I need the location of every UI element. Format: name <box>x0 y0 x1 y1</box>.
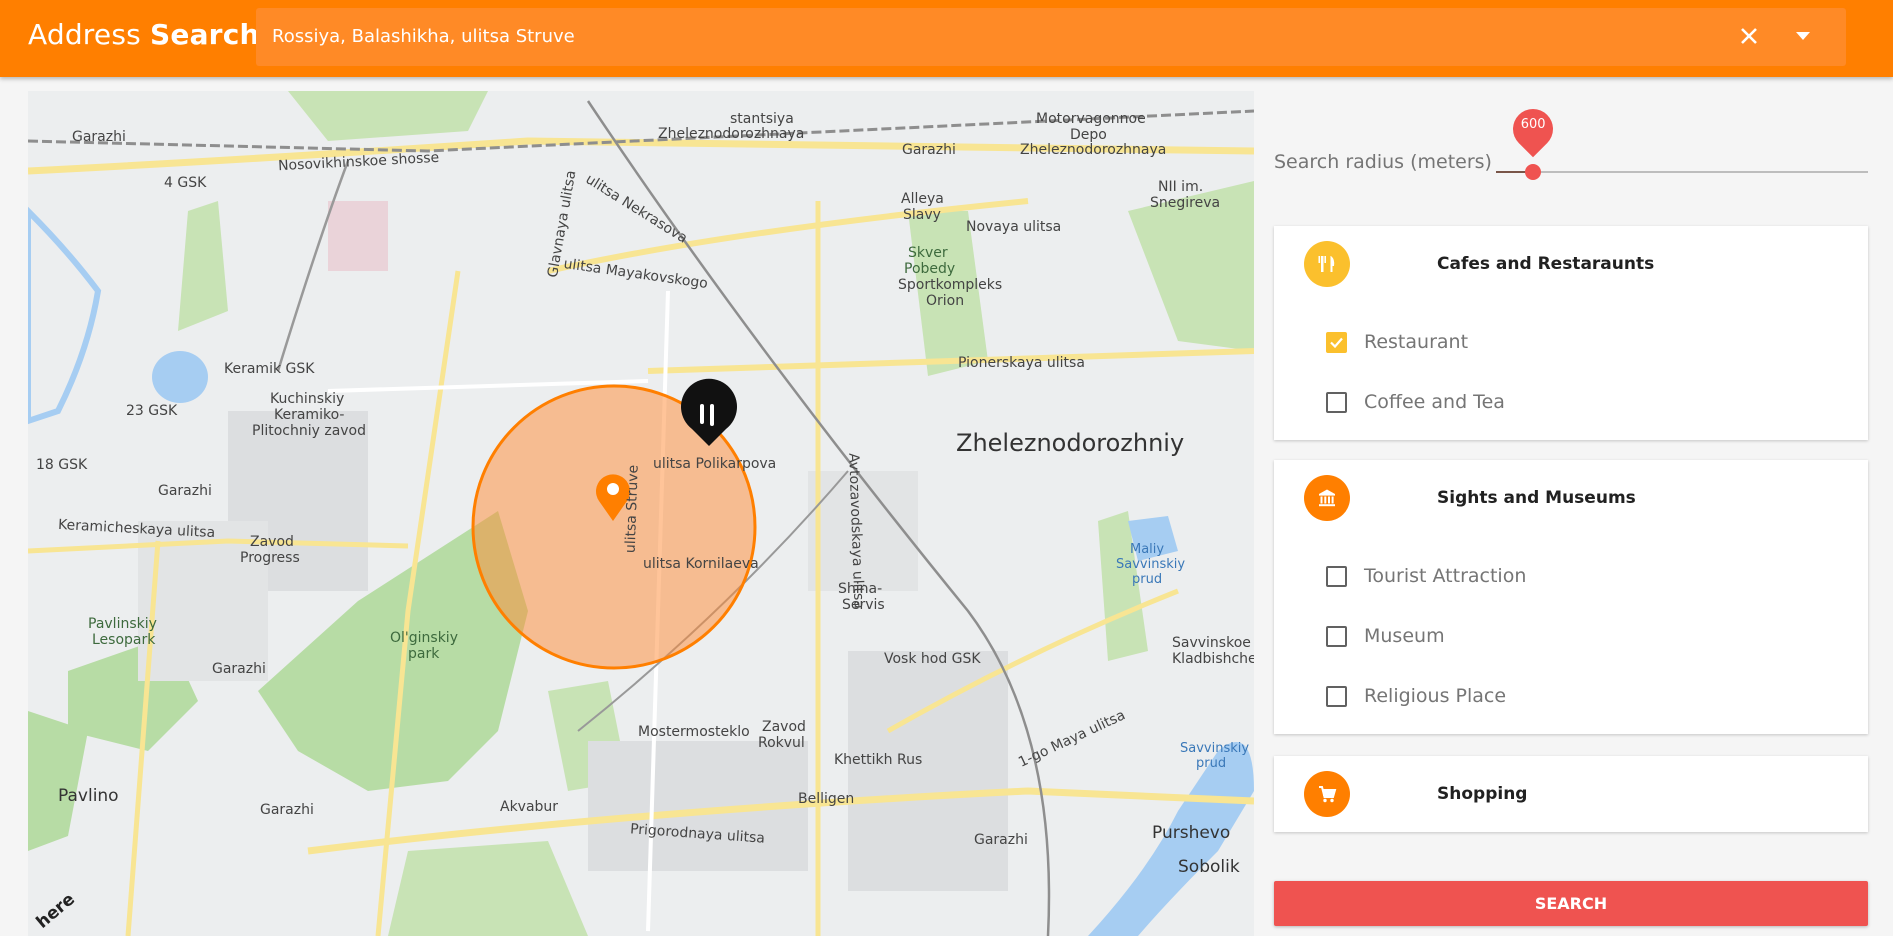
map-label: ulitsa Struve <box>622 464 642 554</box>
map-label: Garazhi <box>260 802 314 818</box>
map-label: Keramiko- <box>274 407 345 423</box>
map-label: Depo <box>1070 127 1107 143</box>
map-label: Mostermosteklo <box>638 724 750 740</box>
address-search-input[interactable]: Rossiya, Balashikha, ulitsa Struve <box>256 8 1846 66</box>
map-label: Skver <box>908 245 948 261</box>
clear-icon[interactable] <box>1734 21 1764 51</box>
checkbox[interactable] <box>1326 686 1347 707</box>
map-label: Pionerskaya ulitsa <box>958 355 1085 371</box>
museum-icon <box>1304 475 1350 521</box>
map-label: Zavod <box>762 719 806 735</box>
map-label: Savvinskoe <box>1172 635 1251 651</box>
checkbox[interactable] <box>1326 626 1347 647</box>
map-label: Zavod <box>250 534 294 550</box>
map-label: Garazhi <box>158 483 212 499</box>
map-label: Khettikh Rus <box>834 752 923 768</box>
map-view[interactable]: Zheleznodorozhniy Zheleznodorozhnaya sta… <box>28 91 1254 936</box>
map-label: Ol'ginskiy <box>390 630 458 646</box>
dropdown-caret-icon[interactable] <box>1796 32 1810 40</box>
search-button[interactable]: SEARCH <box>1274 881 1868 926</box>
option-label: Tourist Attraction <box>1364 565 1527 587</box>
option-label: Coffee and Tea <box>1364 391 1505 413</box>
slider-value-text: 600 <box>1520 117 1546 132</box>
category-card-shopping[interactable]: Shopping <box>1274 756 1868 832</box>
search-radius-label: Search radius (meters) <box>1274 151 1492 173</box>
map-label: ulitsa Kornilaeva <box>643 556 759 572</box>
category-title: Sights and Museums <box>1437 488 1636 508</box>
map-label: Orion <box>926 293 965 309</box>
map-label: Savvinskiy <box>1180 741 1250 756</box>
map-label: Zheleznodorozhnaya <box>1020 142 1167 158</box>
map-label: ulitsa Polikarpova <box>653 456 777 472</box>
option-label: Museum <box>1364 625 1445 647</box>
map-label: 23 GSK <box>126 403 178 419</box>
map-label: Sportkompleks <box>898 277 1003 293</box>
map-label: stantsiya <box>730 111 794 127</box>
app-header: Address Search Rossiya, Balashikha, ulit… <box>0 0 1893 77</box>
radius-slider[interactable]: 600 <box>1496 100 1868 185</box>
category-title: Cafes and Restaraunts <box>1437 254 1655 274</box>
map-label: Garazhi <box>974 832 1028 848</box>
map-label: Plitochniy zavod <box>252 423 367 439</box>
map-label: Slavy <box>903 207 941 223</box>
checkbox[interactable] <box>1326 566 1347 587</box>
map-label: 4 GSK <box>164 175 207 191</box>
map-label: Pobedy <box>904 261 956 277</box>
map-label: Maliy <box>1130 542 1165 557</box>
category-card-cafes: Cafes and Restaraunts Restaurant Coffee … <box>1274 226 1868 440</box>
category-card-sights: Sights and Museums Tourist Attraction Mu… <box>1274 460 1868 734</box>
map-label: Kladbishche <box>1172 651 1254 667</box>
map-label: Novaya ulitsa <box>966 219 1062 235</box>
map-label: Zheleznodorozhnaya <box>658 126 805 142</box>
checkbox[interactable] <box>1326 392 1347 413</box>
option-label: Restaurant <box>1364 331 1469 353</box>
map-label: Motorvagonnoe <box>1036 111 1146 127</box>
map-label: Belligen <box>798 791 855 807</box>
map-label: Garazhi <box>212 661 266 677</box>
map-label: prud <box>1196 756 1227 771</box>
fork-knife-icon <box>1304 241 1350 287</box>
map-label: Keramik GSK <box>224 361 315 377</box>
map-label: Progress <box>240 550 300 566</box>
map-label: Purshevo <box>1152 823 1231 843</box>
app-title-light: Address <box>28 18 141 51</box>
cart-icon <box>1304 771 1350 817</box>
map-label: Akvabur <box>500 799 559 815</box>
slider-thumb[interactable] <box>1525 164 1542 180</box>
map-label: park <box>408 646 440 662</box>
map-label: Rokvul <box>758 735 805 751</box>
map-label: Snegireva <box>1150 195 1221 211</box>
address-search-value[interactable]: Rossiya, Balashikha, ulitsa Struve <box>272 26 575 47</box>
filter-panel: Search radius (meters) 600 Cafes and Res… <box>1274 91 1868 936</box>
category-title: Shopping <box>1437 784 1528 804</box>
map-label: Zheleznodorozhniy <box>956 429 1185 457</box>
map-label: Pavlino <box>58 786 119 806</box>
map-label: 18 GSK <box>36 457 88 473</box>
map-label: Garazhi <box>72 129 126 145</box>
map-label: Lesopark <box>92 632 156 648</box>
map-label: Vosk hod GSK <box>884 651 981 667</box>
option-label: Religious Place <box>1364 685 1507 707</box>
app-title-bold: Search <box>150 18 260 51</box>
map-label: Servis <box>842 597 885 613</box>
map-label: Savvinskiy <box>1116 557 1186 572</box>
app-title: Address Search <box>28 18 260 51</box>
map-label: Alleya <box>901 191 944 207</box>
map-label: NII im. <box>1158 179 1204 195</box>
slider-track <box>1496 171 1868 173</box>
checkbox-checked[interactable] <box>1326 332 1347 353</box>
map-label: Pavlinskiy <box>88 616 157 632</box>
map-label: Shina- <box>838 581 883 597</box>
map-label: Garazhi <box>902 142 956 158</box>
map-label: prud <box>1132 572 1163 587</box>
map-label: Kuchinskiy <box>270 391 345 407</box>
map-label: Sobolik <box>1178 857 1240 877</box>
